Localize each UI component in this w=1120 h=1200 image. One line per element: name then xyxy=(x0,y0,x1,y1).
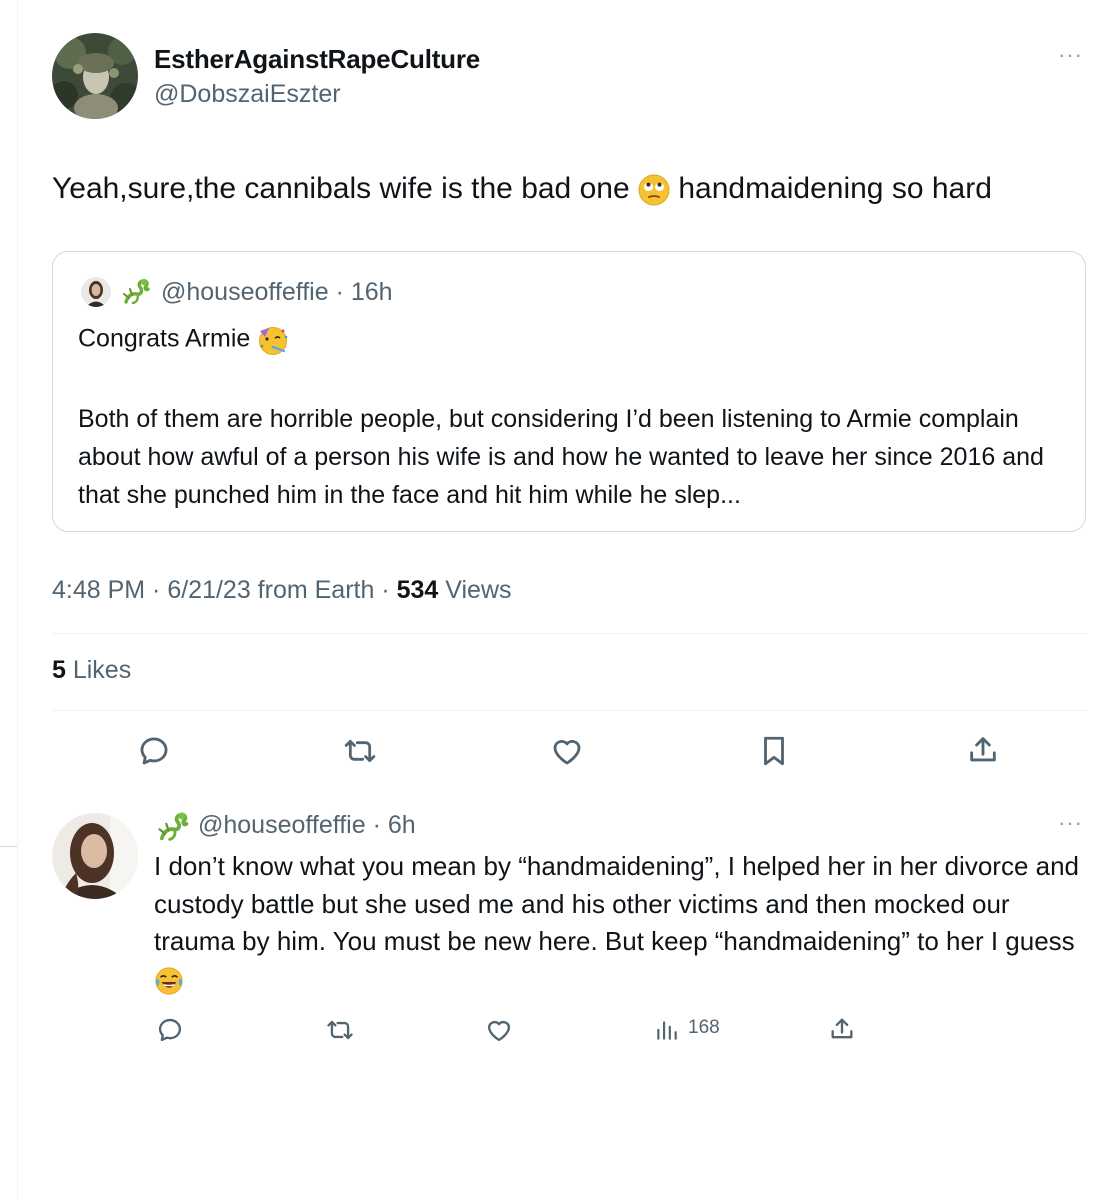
likes-count: 5 xyxy=(52,656,66,684)
quoted-tweet-first-line: Congrats Armie xyxy=(78,324,289,356)
reply-icon xyxy=(158,1018,182,1042)
thread-connector-line xyxy=(0,846,17,847)
views-bar-icon xyxy=(657,1021,677,1040)
eye-roll-emoji-icon xyxy=(638,174,670,206)
tweet-text-part-2: handmaidening so hard xyxy=(678,172,992,205)
divider xyxy=(52,710,1088,711)
quoted-tweet-card[interactable]: @houseoffeffie · 16h Congrats Armie Both… xyxy=(52,251,1086,532)
reply-more-options-icon[interactable]: ··· xyxy=(1058,812,1083,834)
quoted-tweet-meta[interactable]: @houseoffeffie · 16h xyxy=(161,278,393,307)
reply-body: I don’t know what you mean by “handmaide… xyxy=(154,848,1094,998)
more-options-icon[interactable]: ··· xyxy=(1058,44,1083,66)
retweet-icon xyxy=(327,1020,353,1040)
author-display-name[interactable]: EstherAgainstRapeCulture xyxy=(154,44,480,75)
retweet-icon xyxy=(344,739,376,763)
author-handle[interactable]: @DobszaiEszter xyxy=(154,80,341,109)
tears-of-joy-emoji-icon xyxy=(154,966,184,996)
reply-retweet-button[interactable] xyxy=(325,1016,355,1044)
quoted-first-line-text: Congrats Armie xyxy=(78,324,251,353)
author-avatar[interactable] xyxy=(52,33,138,119)
tweet-text-part-1: Yeah,sure,the cannibals wife is the bad … xyxy=(52,172,630,205)
heart-icon xyxy=(487,1020,511,1042)
like-button[interactable] xyxy=(550,734,584,768)
views-count: 534 xyxy=(396,576,439,604)
reply-meta[interactable]: @houseoffeffie · 6h xyxy=(198,811,416,840)
share-button[interactable] xyxy=(966,732,1000,768)
reply-text: I don’t know what you mean by “handmaide… xyxy=(154,851,1080,956)
partying-face-emoji-icon xyxy=(257,324,289,356)
likes-label: Likes xyxy=(65,656,132,684)
likes-line[interactable]: 5 Likes xyxy=(52,656,131,685)
tweet-timestamp-line: 4:48 PM · 6/21/23 from Earth · 534 Views xyxy=(52,576,512,605)
reply-views-button[interactable] xyxy=(654,1017,680,1043)
reply-button[interactable] xyxy=(137,734,171,768)
reply-like-button[interactable] xyxy=(485,1016,513,1044)
bookmark-icon xyxy=(764,736,784,766)
reply-author-avatar[interactable] xyxy=(52,813,138,899)
timeline-left-border xyxy=(17,0,18,1200)
quoted-author-avatar[interactable] xyxy=(81,277,111,307)
heart-icon xyxy=(553,739,581,765)
dragon-emoji-icon xyxy=(119,274,153,313)
tweet-text: Yeah,sure,the cannibals wife is the bad … xyxy=(52,168,992,210)
reply-reply-button[interactable] xyxy=(156,1016,184,1044)
divider xyxy=(52,633,1088,634)
reply-share-button[interactable] xyxy=(828,1014,856,1044)
quoted-tweet-body: Both of them are horrible people, but co… xyxy=(78,405,1044,509)
reply-icon xyxy=(140,737,168,765)
views-label: Views xyxy=(438,576,512,604)
reply-views-count: 168 xyxy=(688,1017,720,1038)
retweet-button[interactable] xyxy=(342,734,378,768)
dragon-emoji-icon xyxy=(154,807,192,850)
bookmark-button[interactable] xyxy=(758,734,790,768)
tweet-timestamp[interactable]: 4:48 PM · 6/21/23 from Earth · xyxy=(52,576,397,604)
share-icon xyxy=(831,1018,853,1039)
share-icon xyxy=(970,737,996,762)
